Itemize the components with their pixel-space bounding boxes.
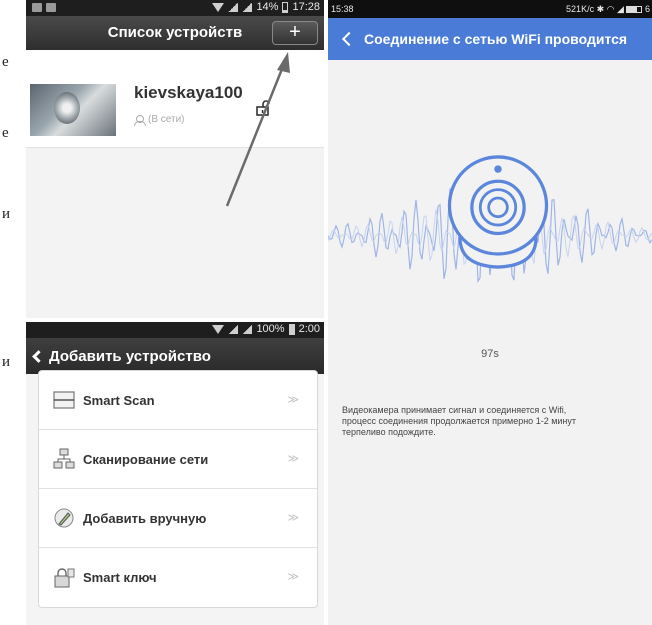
unlock-icon[interactable] [256, 100, 270, 116]
battery-icon [288, 323, 295, 335]
clock: 15:38 [331, 4, 354, 14]
page-title: Добавить устройство [49, 347, 211, 365]
wifi-icon [212, 324, 225, 334]
status-bar: 15:38 521K/c ✱ ◠ ◢ 6 [328, 0, 652, 18]
menu-item-network-scan[interactable]: Сканирование сети ≫ [39, 430, 317, 489]
add-method-menu: Smart Scan ≫ Сканирование сети ≫ Добавит… [38, 370, 318, 608]
header[interactable]: Добавить устройство [26, 338, 324, 374]
signal-icon [242, 2, 253, 12]
menu-item-label: Сканирование сети [83, 451, 209, 467]
signal-icon [228, 324, 239, 334]
back-icon[interactable] [32, 349, 45, 363]
device-status: (В сети) [134, 114, 185, 126]
page-letter: е [2, 54, 9, 70]
message-line: процесс соединения продолжается примерно… [342, 416, 577, 426]
page-letter: е [2, 125, 9, 141]
page-title: Соединение с сетью WiFi проводится [364, 31, 628, 47]
scan-frame-icon [53, 391, 75, 409]
header: Список устройств + [26, 16, 324, 50]
header: Соединение с сетью WiFi проводится [328, 18, 652, 60]
key-lock-icon [54, 567, 75, 587]
clock: 2:00 [298, 323, 320, 335]
battery-percent: 14% [256, 1, 279, 13]
wifi-icon: ◠ [606, 4, 615, 14]
wifi-connect-screen: 15:38 521K/c ✱ ◠ ◢ 6 Соединение с сетью … [328, 0, 652, 625]
chevron-right-icon: ≫ [287, 453, 298, 465]
menu-item-label: Smart Scan [83, 392, 155, 408]
chevron-right-icon: ≫ [287, 394, 298, 406]
back-icon[interactable] [341, 31, 357, 47]
camera-thumbnail [30, 84, 116, 136]
chevron-right-icon: ≫ [287, 512, 298, 524]
status-bar: 14% 17:28 [26, 0, 324, 16]
network-speed: 521K/c [566, 4, 595, 14]
page-letter: и [2, 206, 11, 222]
person-icon [134, 114, 146, 126]
battery-percent: 100% [256, 323, 285, 335]
signal-icon: ◢ [617, 4, 624, 14]
menu-item-label: Добавить вручную [83, 510, 207, 526]
chevron-right-icon: ≫ [287, 571, 298, 583]
device-list-screen: 14% 17:28 Список устройств + kievskaya10… [26, 0, 324, 318]
network-icon [53, 448, 75, 469]
message-line: Видеокамера принимает сигнал и соединяет… [342, 405, 567, 415]
menu-item-smart-scan[interactable]: Smart Scan ≫ [39, 371, 317, 430]
battery-level: 6 [644, 4, 650, 14]
message-line: терпеливо подождите. [342, 427, 436, 437]
battery-icon [626, 6, 643, 14]
notification-icon [46, 3, 56, 12]
device-name: kievskaya100 [134, 83, 243, 102]
signal-icon [242, 324, 253, 334]
add-device-screen: 100% 2:00 Добавить устройство Smart Scan… [26, 322, 324, 625]
status-icons: 521K/c ✱ ◠ ◢ 6 [566, 4, 650, 15]
menu-item-smart-key[interactable]: Smart ключ ≫ [39, 548, 317, 607]
add-device-button[interactable]: + [272, 21, 318, 45]
device-status-text: (В сети) [148, 114, 185, 125]
device-list-item[interactable]: kievskaya100 (В сети) [26, 50, 324, 148]
wifi-icon [212, 2, 225, 12]
menu-item-add-manually[interactable]: Добавить вручную ≫ [39, 489, 317, 548]
menu-item-label: Smart ключ [83, 570, 157, 585]
notification-icon [32, 3, 42, 12]
connection-message: Видеокамера принимает сигнал и соединяет… [342, 405, 652, 438]
webcam-icon [447, 155, 549, 269]
signal-icon [228, 2, 239, 12]
page-letter: и [2, 354, 11, 370]
battery-icon [282, 1, 289, 13]
pen-icon [54, 508, 74, 528]
page-text-fragment: е е и и [0, 0, 26, 625]
clock: 17:28 [292, 1, 320, 13]
bluetooth-icon: ✱ [596, 4, 605, 14]
countdown-timer: 97s [481, 348, 499, 360]
status-bar: 100% 2:00 [26, 322, 324, 338]
